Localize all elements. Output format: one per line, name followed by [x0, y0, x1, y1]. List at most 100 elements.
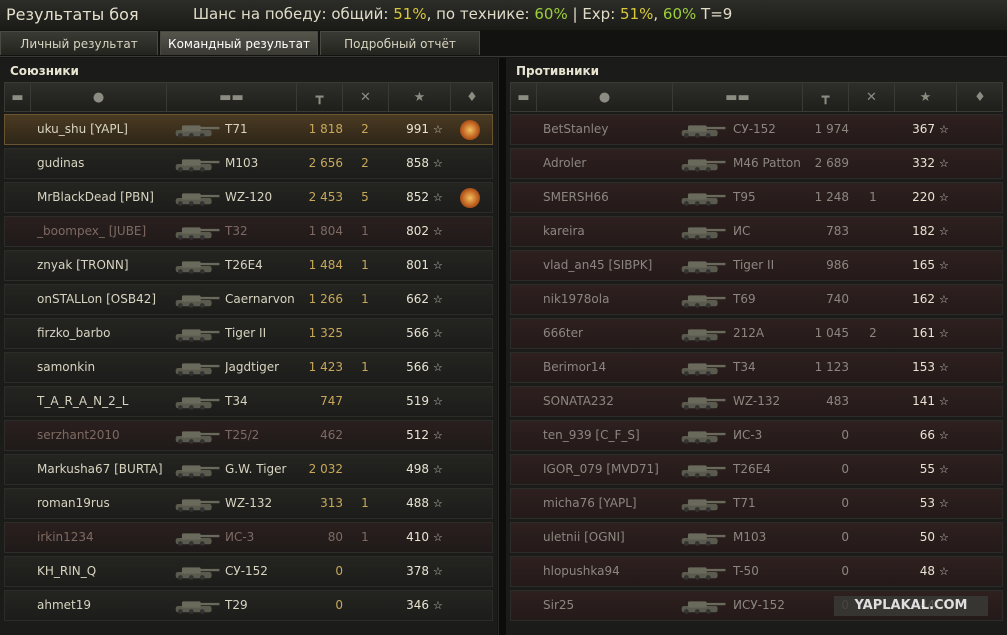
- damage-icon[interactable]: ┳: [297, 83, 343, 111]
- player-row[interactable]: ahmet19 T29 0 346 ☆: [4, 590, 493, 621]
- chance-exp1: 51%: [620, 5, 654, 23]
- tank-icon[interactable]: ▬▬: [673, 83, 803, 111]
- damage-value: 2 689: [814, 156, 849, 170]
- xp-value: 498: [406, 462, 429, 476]
- player-row[interactable]: Markusha67 [BURTA] G.W. Tiger 2 032 498 ☆: [4, 454, 493, 485]
- player-row[interactable]: MrBlackDead [PBN] WZ-120 2 453 5 852 ☆: [4, 182, 493, 213]
- chance-overall: 51%: [393, 5, 427, 23]
- player-row[interactable]: Berimor14 T34 1 123 153 ☆: [510, 352, 1003, 383]
- xp-value: 519: [406, 394, 429, 408]
- xp-value: 367: [912, 122, 935, 136]
- kills-value: [863, 557, 883, 586]
- damage-value: 0: [841, 496, 849, 510]
- player-row[interactable]: gudinas M103 2 656 2 858 ☆: [4, 148, 493, 179]
- star-icon: ☆: [939, 531, 949, 544]
- tab-detailed[interactable]: Подробный отчёт: [320, 31, 480, 55]
- player-name: SMERSH66: [543, 190, 609, 204]
- player-row[interactable]: uku_shu [YAPL] T71 1 818 2 991 ☆: [4, 114, 493, 145]
- star-icon: ☆: [433, 225, 443, 238]
- xp-value: 162: [912, 292, 935, 306]
- player-name: IGOR_079 [MVD71]: [543, 462, 659, 476]
- tank-icon: [677, 152, 741, 176]
- player-row[interactable]: onSTALLon [OSB42] Caernarvon 1 266 1 662 ☆: [4, 284, 493, 315]
- player-row[interactable]: uletnii [OGNI] M103 0 50 ☆: [510, 522, 1003, 553]
- player-row[interactable]: ten_939 [C_F_S] ИС-3 0 66 ☆: [510, 420, 1003, 451]
- kills-value: [863, 387, 883, 416]
- xp-value: 991: [406, 122, 429, 136]
- damage-icon[interactable]: ┳: [803, 83, 849, 111]
- tank-icon: [677, 356, 741, 380]
- damage-value: 747: [320, 394, 343, 408]
- xp-sort-icon[interactable]: ★: [895, 83, 957, 111]
- player-row[interactable]: znyak [TRONN] T26E4 1 484 1 801 ☆: [4, 250, 493, 281]
- player-name: MrBlackDead [PBN]: [37, 190, 154, 204]
- kills-value: [863, 489, 883, 518]
- platoon-icon[interactable]: ▬: [511, 83, 537, 111]
- damage-value: 1 248: [814, 190, 849, 204]
- player-name: SONATA232: [543, 394, 614, 408]
- player-row[interactable]: vlad_an45 [SIBPK] Tiger II 986 165 ☆: [510, 250, 1003, 281]
- tab-team[interactable]: Командный результат: [160, 31, 318, 55]
- kills-value: [355, 557, 375, 586]
- xp-value: 662: [406, 292, 429, 306]
- player-row[interactable]: serzhant2010 T25/2 462 512 ☆: [4, 420, 493, 451]
- star-icon: ☆: [433, 157, 443, 170]
- player-row[interactable]: firzko_barbo Tiger II 1 325 566 ☆: [4, 318, 493, 349]
- medal-icon[interactable]: [460, 188, 480, 208]
- star-icon: ☆: [939, 497, 949, 510]
- player-row[interactable]: hlopushka94 T-50 0 48 ☆: [510, 556, 1003, 587]
- xp-value: 378: [406, 564, 429, 578]
- tank-icon[interactable]: ▬▬: [167, 83, 297, 111]
- tank-icon: [677, 492, 741, 516]
- star-icon: ☆: [939, 259, 949, 272]
- player-row[interactable]: KH_RIN_Q СУ-152 0 378 ☆: [4, 556, 493, 587]
- chance-exp2: 60%: [662, 5, 697, 23]
- chance-tech: 60%: [534, 5, 568, 23]
- kills-value: [863, 149, 883, 178]
- kills-value: [863, 285, 883, 314]
- player-name: roman19rus: [37, 496, 110, 510]
- player-row[interactable]: kareira ИС 783 182 ☆: [510, 216, 1003, 247]
- player-name: KH_RIN_Q: [37, 564, 97, 578]
- kills-value: [863, 217, 883, 246]
- player-row[interactable]: SONATA232 WZ-132 483 141 ☆: [510, 386, 1003, 417]
- damage-value: 0: [335, 598, 343, 612]
- window-title: Результаты боя: [6, 5, 139, 24]
- kills-icon[interactable]: ✕: [849, 83, 895, 111]
- enemies-panel: Противники ▬ ● ▬▬ ┳ ✕ ★ ♦ BetStanley СУ-1…: [506, 58, 1007, 635]
- player-row[interactable]: SMERSH66 T95 1 248 1 220 ☆: [510, 182, 1003, 213]
- kills-icon[interactable]: ✕: [343, 83, 389, 111]
- player-row[interactable]: irkin1234 ИС-3 80 1 410 ☆: [4, 522, 493, 553]
- player-row[interactable]: _boompex_ [JUBE] T32 1 804 1 802 ☆: [4, 216, 493, 247]
- kills-value: 2: [361, 156, 369, 170]
- medal-column-icon[interactable]: ♦: [451, 83, 493, 111]
- player-row[interactable]: 666ter 212A 1 045 2 161 ☆: [510, 318, 1003, 349]
- player-icon[interactable]: ●: [31, 83, 167, 111]
- player-row[interactable]: IGOR_079 [MVD71] T26E4 0 55 ☆: [510, 454, 1003, 485]
- xp-sort-icon[interactable]: ★: [389, 83, 451, 111]
- player-row[interactable]: micha76 [YAPL] T71 0 53 ☆: [510, 488, 1003, 519]
- damage-value: 1 123: [814, 360, 849, 374]
- tank-icon: [677, 594, 741, 618]
- player-icon[interactable]: ●: [537, 83, 673, 111]
- player-row[interactable]: nik1978ola T69 740 162 ☆: [510, 284, 1003, 315]
- medal-icon[interactable]: [460, 120, 480, 140]
- medal-column-icon[interactable]: ♦: [957, 83, 1003, 111]
- damage-value: 0: [841, 530, 849, 544]
- kills-value: [863, 421, 883, 450]
- xp-value: 566: [406, 326, 429, 340]
- player-row[interactable]: samonkin Jagdtiger 1 423 1 566 ☆: [4, 352, 493, 383]
- player-row[interactable]: roman19rus WZ-132 313 1 488 ☆: [4, 488, 493, 519]
- player-row[interactable]: T_A_R_A_N_2_L T34 747 519 ☆: [4, 386, 493, 417]
- tank-icon: [677, 390, 741, 414]
- player-row[interactable]: Adroler M46 Patton 2 689 332 ☆: [510, 148, 1003, 179]
- player-name: Berimor14: [543, 360, 607, 374]
- tab-personal[interactable]: Личный результат: [0, 31, 158, 55]
- player-row[interactable]: BetStanley СУ-152 1 974 367 ☆: [510, 114, 1003, 145]
- kills-value: [355, 319, 375, 348]
- platoon-icon[interactable]: ▬: [5, 83, 31, 111]
- player-name: hlopushka94: [543, 564, 620, 578]
- kills-value: 1: [361, 530, 369, 544]
- kills-value: 1: [361, 292, 369, 306]
- player-name: _boompex_ [JUBE]: [37, 224, 147, 238]
